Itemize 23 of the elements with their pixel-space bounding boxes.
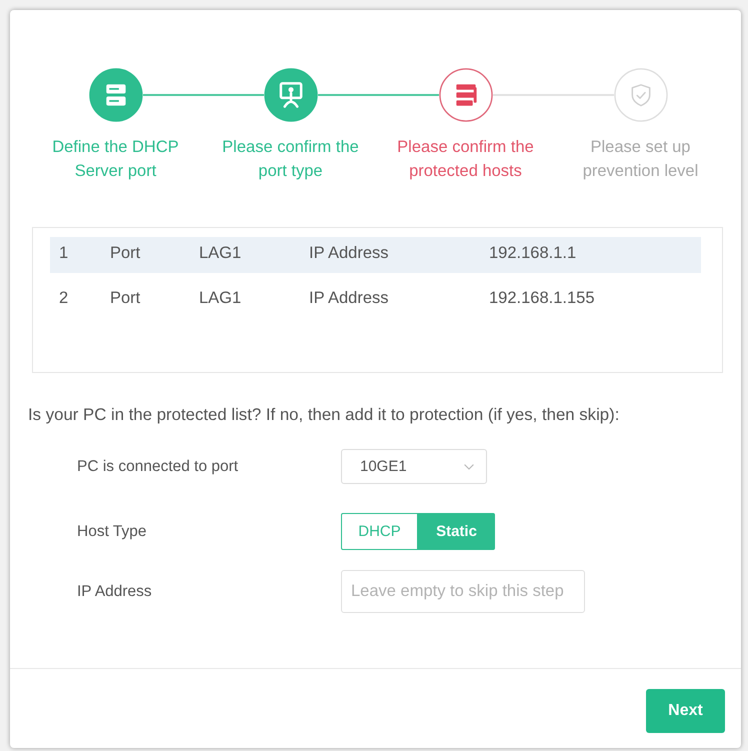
table-cell-text: 1 — [59, 244, 70, 262]
table-cell-text: LAG1 — [199, 244, 242, 262]
step-label: Please confirm the port type — [221, 137, 360, 182]
protection-prompt: Is your PC in the protected list? If no, then add it to protection (if yes, then skip): — [28, 405, 620, 425]
chevron-down-icon — [464, 464, 474, 470]
table-cell-text: IP Address — [309, 244, 390, 262]
table-cell-text: 2 — [59, 288, 70, 308]
table-cell-text: Port — [110, 244, 142, 262]
field-label: PC is connected to port — [77, 458, 240, 476]
table-cell-text: 192.168.1.1 — [489, 244, 578, 262]
step-label: Please set up prevention level — [582, 137, 700, 182]
table-cell-text: Port — [110, 288, 142, 308]
step-label: Please confirm the protected hosts — [396, 137, 535, 182]
host-row[interactable]: 2 Port LAG1 IP Address 192.168.1.155 — [50, 282, 701, 318]
step-label: Define the DHCP Server port — [51, 137, 180, 182]
field-label: Host Type — [77, 522, 148, 540]
port-select[interactable]: 10GE1 — [341, 449, 487, 484]
table-cell-text: 192.168.1.155 — [489, 288, 596, 308]
table-cell-text: LAG1 — [199, 288, 242, 308]
host-row[interactable]: 1 Port LAG1 IP Address 192.168.1.1 — [50, 237, 701, 273]
ip-address-field[interactable]: Leave empty to skip this step — [341, 570, 585, 613]
field-label: IP Address — [77, 582, 153, 600]
table-cell-text: IP Address — [309, 288, 390, 308]
